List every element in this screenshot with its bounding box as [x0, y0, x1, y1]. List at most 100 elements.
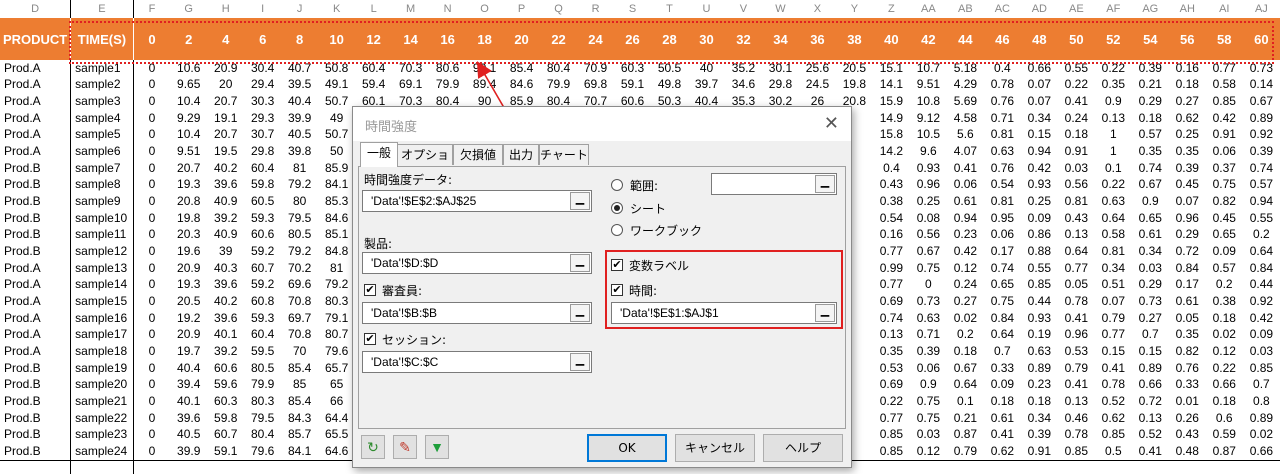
data-cell[interactable]: 0 — [132, 259, 171, 277]
data-cell[interactable]: 0 — [132, 193, 171, 210]
data-cell[interactable]: 0.13 — [873, 327, 910, 344]
data-cell[interactable]: 0.26 — [1169, 410, 1206, 427]
column-letter-cell[interactable]: H — [207, 0, 244, 18]
data-cell[interactable]: 0.67 — [1243, 93, 1280, 110]
data-cell[interactable]: 0.82 — [1169, 343, 1206, 360]
data-cell[interactable]: 0.75 — [910, 260, 947, 277]
data-cell[interactable]: 40.2 — [207, 293, 244, 310]
header-cell[interactable]: 50 — [1057, 18, 1095, 60]
data-cell[interactable]: 0.93 — [1021, 310, 1058, 327]
data-cell[interactable]: 0.58 — [1095, 227, 1132, 244]
column-letter-cell[interactable]: K — [318, 0, 355, 18]
data-cell[interactable]: 0 — [132, 326, 171, 344]
data-cell[interactable]: 0.1 — [947, 393, 984, 410]
range-picker-icon[interactable]: ▁ — [570, 353, 590, 371]
data-cell[interactable]: 0.64 — [1243, 243, 1280, 260]
data-cell[interactable]: 5.18 — [947, 60, 984, 77]
data-range-field[interactable]: 'Data'!$E$2:$AJ$25 ▁ — [362, 190, 592, 212]
data-cell[interactable]: 0.7 — [1132, 327, 1169, 344]
data-cell[interactable]: Prod.A — [0, 343, 72, 360]
data-cell[interactable]: 84.1 — [281, 443, 319, 462]
data-cell[interactable]: 60.5 — [244, 193, 281, 210]
data-cell[interactable]: Prod.A — [0, 76, 72, 94]
data-cell[interactable]: 50.7 — [318, 127, 355, 144]
data-cell[interactable]: 0.01 — [1169, 393, 1206, 410]
data-cell[interactable]: 0.03 — [1243, 343, 1280, 360]
data-cell[interactable]: 5.6 — [947, 127, 984, 144]
data-cell[interactable]: 0.06 — [910, 360, 947, 377]
data-cell[interactable]: 0.2 — [1243, 227, 1280, 244]
data-cell[interactable]: 0.78 — [984, 77, 1021, 94]
data-cell[interactable]: 0.93 — [1021, 177, 1058, 194]
data-cell[interactable]: 0.35 — [1169, 143, 1206, 160]
header-cell[interactable]: 56 — [1168, 18, 1206, 60]
data-cell[interactable]: 20 — [207, 77, 244, 94]
tab-general[interactable]: 一般 — [360, 142, 398, 167]
data-cell[interactable]: 0.63 — [1021, 343, 1058, 360]
data-cell[interactable]: 0 — [132, 159, 171, 177]
data-cell[interactable]: 0.65 — [1206, 227, 1243, 244]
column-letter-cell[interactable]: T — [651, 0, 688, 18]
data-cell[interactable]: 0.42 — [1021, 160, 1058, 177]
data-cell[interactable]: 0 — [132, 293, 171, 310]
data-cell[interactable]: 0.13 — [1058, 393, 1095, 410]
data-cell[interactable]: 0.85 — [1243, 360, 1280, 377]
data-cell[interactable]: 79.1 — [318, 310, 355, 327]
column-letter-cell[interactable]: AI — [1206, 0, 1243, 18]
data-cell[interactable]: 0.39 — [1243, 143, 1280, 160]
data-cell[interactable]: 0.23 — [947, 227, 984, 244]
data-cell[interactable]: 0.44 — [1021, 293, 1058, 310]
data-cell[interactable]: 0.67 — [947, 360, 984, 377]
data-cell[interactable]: 79.5 — [281, 210, 318, 227]
data-cell[interactable]: sample1 — [70, 59, 134, 77]
data-cell[interactable]: Prod.B — [0, 426, 72, 444]
data-cell[interactable]: 20.9 — [207, 60, 244, 77]
data-cell[interactable]: 0.57 — [1243, 177, 1280, 194]
data-cell[interactable]: 34.6 — [725, 77, 762, 94]
data-cell[interactable]: sample15 — [70, 293, 134, 310]
data-cell[interactable]: 10.8 — [910, 93, 947, 110]
data-cell[interactable]: 0.38 — [1206, 293, 1243, 310]
data-cell[interactable]: 0.9 — [1095, 93, 1132, 110]
column-letter-cell[interactable]: AF — [1095, 0, 1132, 18]
data-cell[interactable]: 0.57 — [1206, 260, 1243, 277]
empty-cell[interactable] — [170, 461, 207, 474]
header-cell[interactable]: 30 — [688, 18, 725, 60]
data-cell[interactable]: 0.63 — [984, 143, 1021, 160]
data-cell[interactable]: 0.24 — [947, 277, 984, 294]
data-cell[interactable]: 0.6 — [1206, 410, 1243, 427]
column-letter-cell[interactable]: AG — [1132, 0, 1169, 18]
data-cell[interactable]: Prod.B — [0, 443, 72, 462]
data-cell[interactable]: 0.8 — [1243, 393, 1280, 410]
data-cell[interactable]: 50 — [318, 143, 355, 160]
data-cell[interactable]: 30.1 — [762, 60, 799, 77]
data-cell[interactable]: 39.7 — [688, 77, 725, 94]
column-letter-cell[interactable]: AD — [1021, 0, 1058, 18]
column-letter-cell[interactable]: V — [725, 0, 762, 18]
data-cell[interactable]: 0.12 — [947, 260, 984, 277]
data-cell[interactable]: 0.96 — [910, 177, 947, 194]
data-cell[interactable]: 0.91 — [1206, 127, 1243, 144]
data-cell[interactable]: 0.77 — [1095, 327, 1132, 344]
data-cell[interactable]: 5.69 — [947, 93, 984, 110]
data-cell[interactable]: 0.85 — [1057, 443, 1095, 462]
data-cell[interactable]: 64.6 — [318, 443, 356, 462]
data-cell[interactable]: 40.4 — [281, 93, 318, 110]
data-cell[interactable]: 0.84 — [1243, 260, 1280, 277]
column-letter-cell[interactable]: AB — [947, 0, 984, 18]
column-letter-cell[interactable]: G — [170, 0, 207, 18]
data-cell[interactable]: 90.1 — [466, 60, 503, 77]
session-checkbox[interactable]: ✔ — [364, 333, 376, 345]
data-cell[interactable]: 0.94 — [1021, 143, 1058, 160]
data-cell[interactable]: 80.3 — [244, 393, 281, 410]
data-cell[interactable]: 0.19 — [1021, 327, 1058, 344]
data-cell[interactable]: 0.29 — [1169, 227, 1206, 244]
data-cell[interactable]: 0.76 — [1169, 360, 1206, 377]
data-cell[interactable]: 0.61 — [984, 410, 1021, 427]
data-cell[interactable]: 0.39 — [1021, 427, 1058, 444]
header-cell[interactable]: 38 — [835, 18, 873, 60]
data-cell[interactable]: 0.85 — [872, 443, 910, 462]
header-cell[interactable]: PRODUCT — [0, 18, 72, 60]
header-cell[interactable]: 40 — [872, 18, 910, 60]
data-cell[interactable]: 85.4 — [281, 360, 318, 377]
